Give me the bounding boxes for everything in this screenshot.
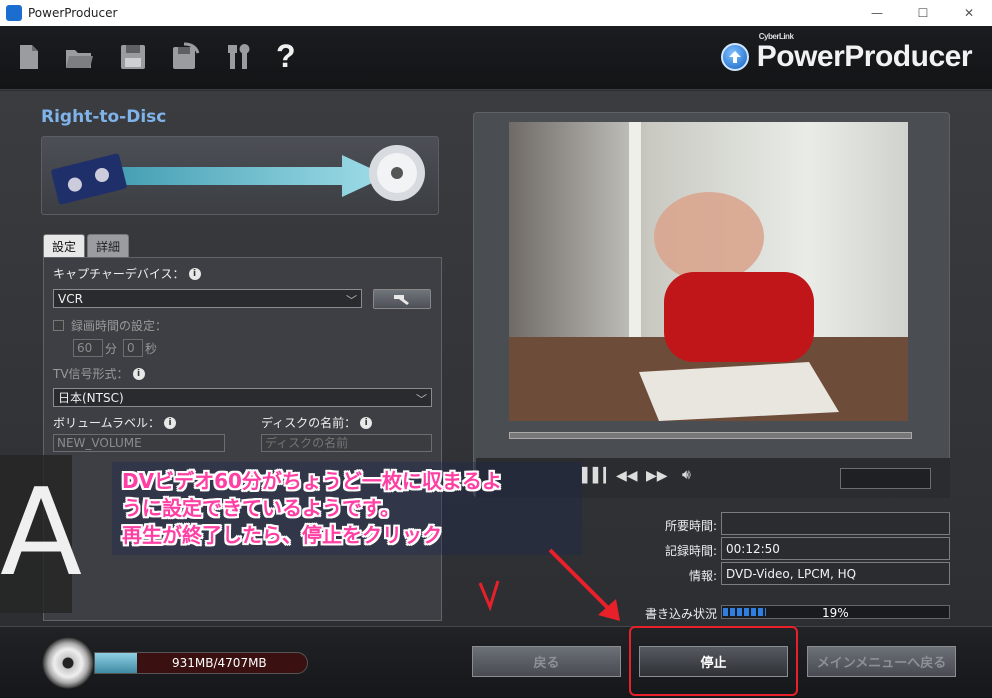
new-file-icon[interactable] xyxy=(14,42,44,72)
back-button[interactable]: 戻る xyxy=(472,646,621,677)
write-status-percent: 19% xyxy=(822,606,849,620)
brand-upload-icon xyxy=(720,43,749,71)
disc-icon xyxy=(42,637,94,689)
seconds-input[interactable]: 0 xyxy=(123,339,143,357)
recorded-time-label: 記録時間: xyxy=(664,544,717,558)
tv-signal-value: 日本(NTSC) xyxy=(58,391,124,405)
app-icon xyxy=(6,5,22,21)
tv-signal-label: TV信号形式： xyxy=(53,367,129,381)
minimize-button[interactable]: — xyxy=(854,0,900,26)
close-button[interactable]: ✕ xyxy=(946,0,992,26)
volume-label: ボリュームラベル： xyxy=(53,416,161,430)
rewind-icon[interactable]: ◀◀ xyxy=(616,468,638,484)
seconds-unit: 秒 xyxy=(145,342,158,356)
annotation-arrows xyxy=(478,548,620,621)
info-icon[interactable]: i xyxy=(188,267,201,280)
stop-button-highlight xyxy=(629,626,798,696)
tools-icon[interactable] xyxy=(224,42,254,72)
capture-device-value: VCR xyxy=(58,291,83,306)
brand-sub: CyberLink xyxy=(758,32,794,41)
capture-device-label-row: キャプチャーデバイス： i xyxy=(53,265,201,282)
required-time-label: 所要時間: xyxy=(664,519,717,533)
chevron-down-icon: ﹀ xyxy=(416,393,427,406)
disc-name-label-row: ディスクの名前： i xyxy=(261,414,373,431)
brand-name: PowerProducer xyxy=(756,40,973,73)
capture-device-select[interactable]: VCR ﹀ xyxy=(53,289,362,308)
hammer-icon xyxy=(394,295,409,305)
volume-icon[interactable]: 🔊︎ xyxy=(682,467,691,483)
playback-progress-bar[interactable] xyxy=(509,432,912,439)
info-icon[interactable]: i xyxy=(360,416,373,429)
disc-capacity-fill xyxy=(95,653,137,673)
overlay-letter: A xyxy=(0,455,82,613)
tv-signal-select[interactable]: 日本(NTSC) ﹀ xyxy=(53,388,432,407)
minutes-input[interactable]: 60 xyxy=(73,339,103,357)
disc-icon xyxy=(369,145,425,201)
device-settings-button[interactable] xyxy=(373,289,431,309)
time-display xyxy=(840,468,931,489)
record-time-checkbox[interactable] xyxy=(53,320,64,331)
save-icon[interactable] xyxy=(118,42,148,72)
annotation-line-1: DVビデオ60分がちょうど一枚に収まるよ xyxy=(122,469,502,493)
write-status-fill xyxy=(723,608,766,616)
right-to-disc-banner xyxy=(41,136,439,215)
settings-tabs: 設定 詳細 xyxy=(43,234,131,258)
tab-settings[interactable]: 設定 xyxy=(43,234,86,258)
brand-logo: CyberLink PowerProducer xyxy=(720,32,973,74)
write-status-label: 書き込み状況 xyxy=(644,607,717,621)
step-icon[interactable]: ▌▌▎ xyxy=(582,468,614,484)
toolbar: ? CyberLink PowerProducer xyxy=(0,26,992,90)
capture-device-label: キャプチャーデバイス： xyxy=(53,267,185,281)
volume-label-row: ボリュームラベル： i xyxy=(53,414,177,431)
required-time-value xyxy=(721,512,950,535)
window-title: PowerProducer xyxy=(28,6,118,20)
disc-capacity-text: 931MB/4707MB xyxy=(172,656,267,670)
annotation-callout: DVビデオ60分がちょうど一枚に収まるよ うに設定できているようです。 再生が終… xyxy=(112,462,582,555)
info-icon[interactable]: i xyxy=(164,416,177,429)
tab-details[interactable]: 詳細 xyxy=(87,234,130,258)
video-tape-icon xyxy=(51,153,127,205)
info-value: DVD-Video, LPCM, HQ xyxy=(721,562,950,585)
main-menu-button[interactable]: メインメニューへ戻る xyxy=(807,646,956,677)
info-label: 情報: xyxy=(688,569,717,583)
title-bar: PowerProducer — ☐ ✕ xyxy=(0,0,992,26)
annotation-line-2: うに設定できているようです。 xyxy=(122,496,400,520)
tv-signal-label-row: TV信号形式： i xyxy=(53,365,145,382)
save-as-icon[interactable] xyxy=(170,42,200,72)
section-title: Right-to-Disc xyxy=(41,107,167,127)
info-icon[interactable]: i xyxy=(132,367,145,380)
volume-label-input[interactable]: NEW_VOLUME xyxy=(53,434,225,452)
open-folder-icon[interactable] xyxy=(64,42,94,72)
minutes-unit: 分 xyxy=(105,342,118,356)
disc-name-input[interactable] xyxy=(261,434,432,452)
chevron-down-icon: ﹀ xyxy=(346,294,357,307)
help-icon[interactable]: ? xyxy=(276,38,306,74)
maximize-button[interactable]: ☐ xyxy=(900,0,946,26)
fast-forward-icon[interactable]: ▶▶ xyxy=(646,468,668,484)
recorded-time-value: 00:12:50 xyxy=(721,537,950,560)
disc-name-label: ディスクの名前： xyxy=(261,416,357,430)
video-preview xyxy=(509,122,908,421)
record-time-label: 録画時間の設定： xyxy=(71,319,168,333)
